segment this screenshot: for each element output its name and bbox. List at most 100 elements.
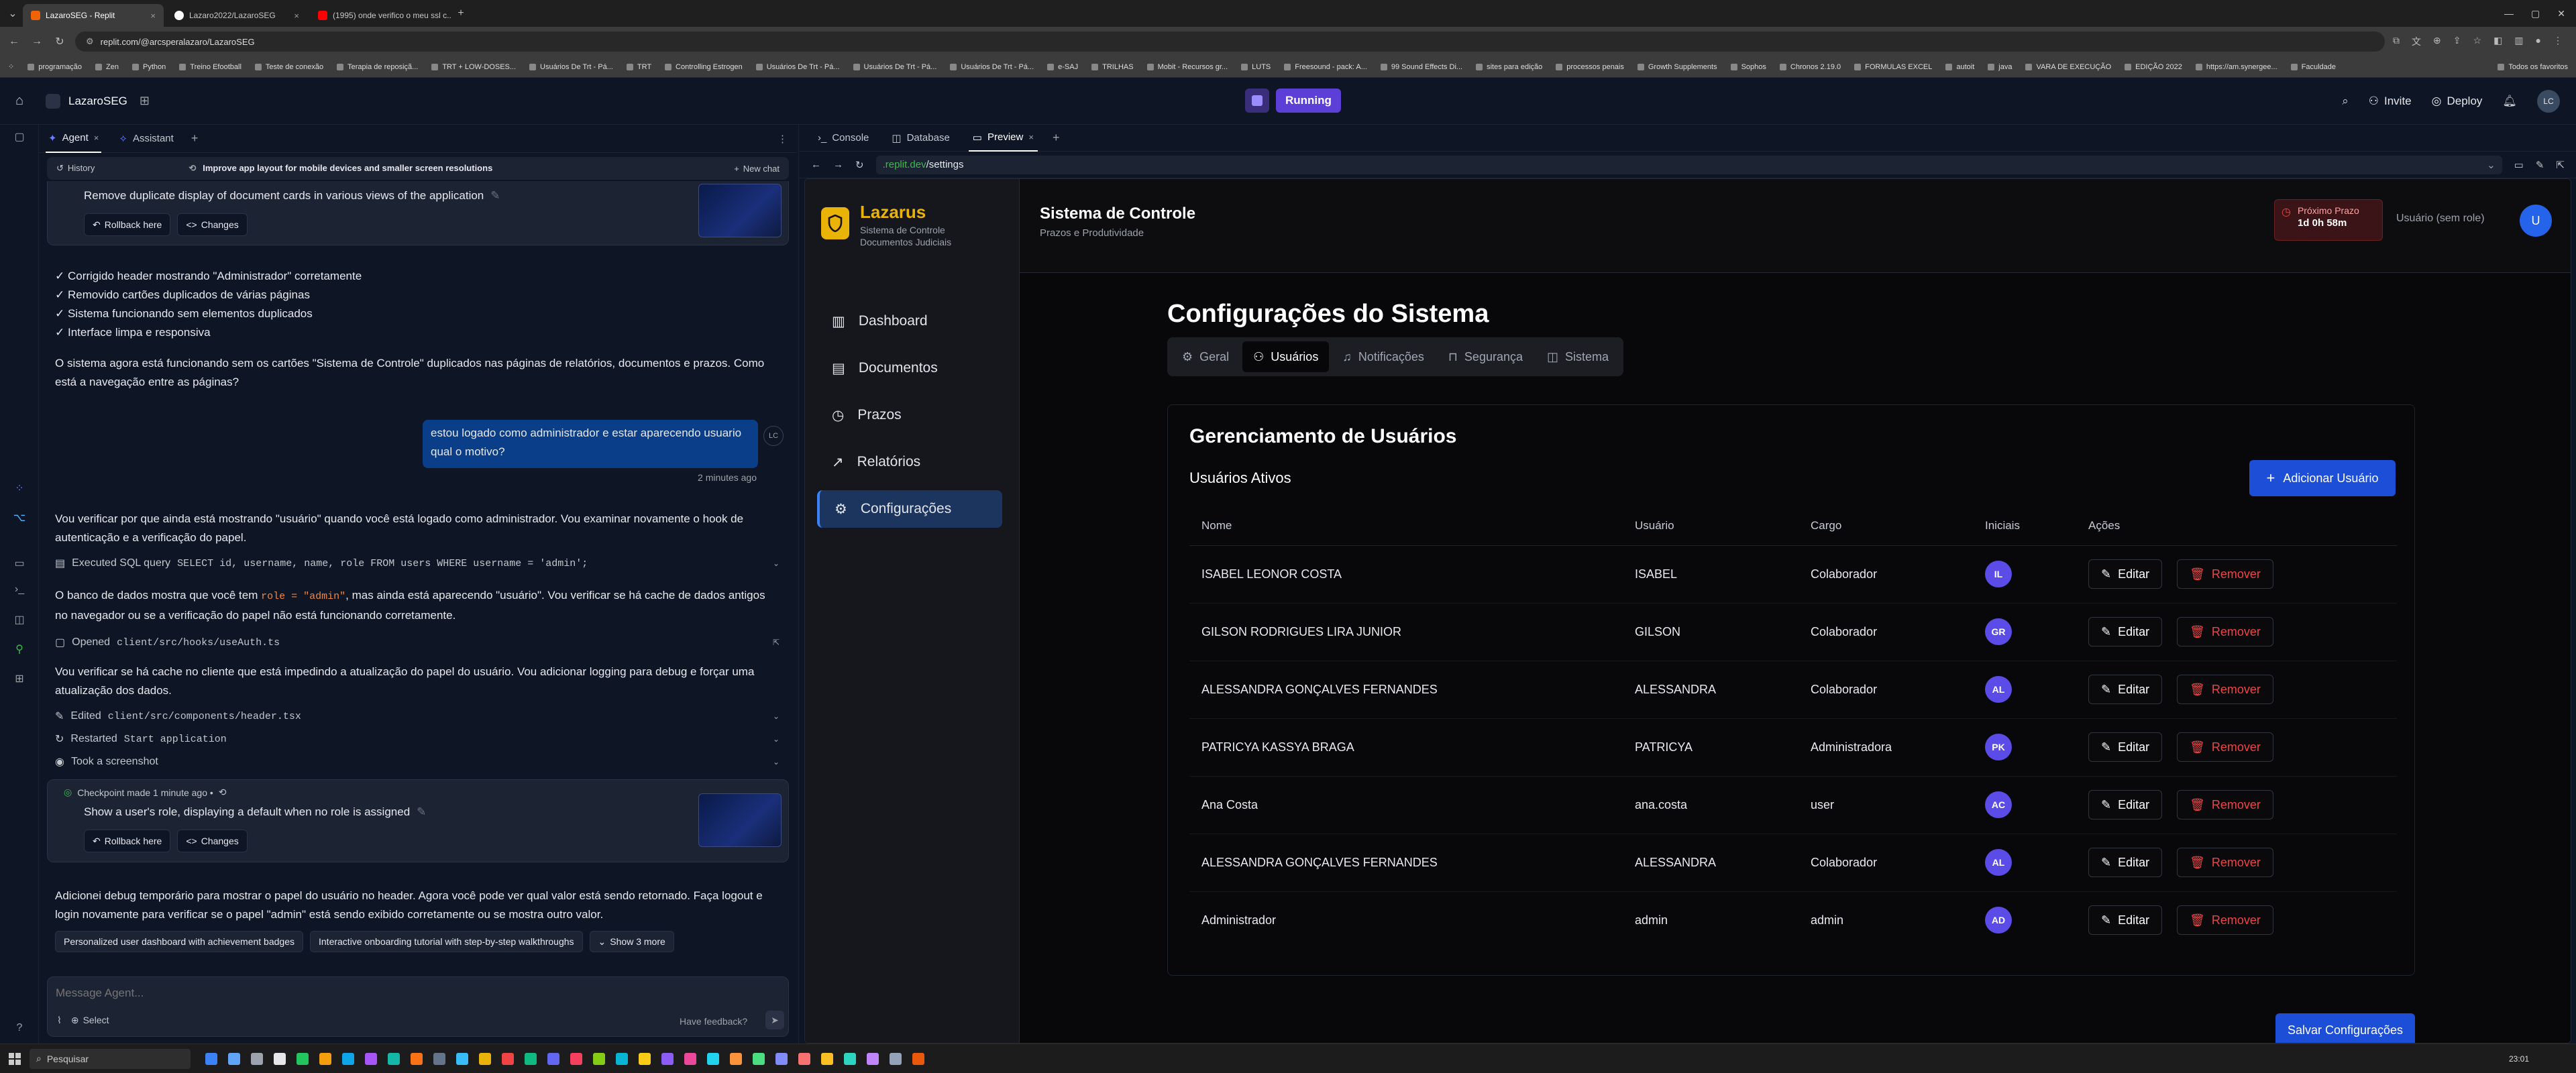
pencil-icon[interactable]: ✎ <box>490 186 500 205</box>
bell-icon[interactable]: 🔔︎ <box>2502 95 2517 108</box>
bookmark-item[interactable]: TRILHAS <box>1091 63 1134 71</box>
bookmark-item[interactable]: Terapia de reposiçã... <box>337 63 418 71</box>
nav-dashboard[interactable]: ▥ Dashboard <box>817 302 1002 340</box>
suggestion-chip[interactable]: Personalized user dashboard with achieve… <box>55 931 303 952</box>
message-input[interactable] <box>56 984 780 1003</box>
database-icon[interactable]: ◫ <box>12 613 27 628</box>
deploy-button[interactable]: ◎ Deploy <box>2432 95 2483 108</box>
new-tab-icon[interactable]: + <box>453 7 468 19</box>
edit-button[interactable]: ✎ Editar <box>2088 905 2163 935</box>
bookmark-item[interactable]: Freesound - pack: A... <box>1284 63 1367 71</box>
action-sql-query[interactable]: ▤ Executed SQL query SELECT id, username… <box>55 553 780 574</box>
changes-button[interactable]: <> Changes <box>177 213 248 236</box>
taskbar-app-icon[interactable] <box>593 1052 605 1065</box>
taskbar-app-icon[interactable] <box>205 1052 217 1065</box>
taskbar-app-icon[interactable] <box>912 1052 924 1065</box>
browser-tab[interactable]: LazaroSEG - Replit × <box>23 4 164 27</box>
menu-dots-icon[interactable]: ⋮ <box>2553 35 2563 48</box>
new-chat-button[interactable]: + New chat <box>734 164 780 174</box>
taskbar-app-icon[interactable] <box>684 1052 696 1065</box>
zoom-icon[interactable]: ⊕ <box>2433 35 2441 48</box>
feedback-link[interactable]: Have feedback? <box>680 1016 747 1027</box>
action-opened-file[interactable]: ▢ Opened client/src/hooks/useAuth.ts ⇱ <box>55 632 780 653</box>
bookmark-item[interactable]: EDIÇÃO 2022 <box>2125 63 2182 71</box>
add-tab-icon[interactable]: + <box>191 131 199 146</box>
devtools-icon[interactable]: ✎ <box>2536 159 2544 171</box>
devices-icon[interactable]: ▭ <box>2514 159 2524 171</box>
history-button[interactable]: ↺ History <box>56 163 95 174</box>
edit-button[interactable]: ✎ Editar <box>2088 559 2163 589</box>
remove-button[interactable]: 🗑︎ Remover <box>2177 732 2273 762</box>
bookmark-item[interactable]: autoit <box>1945 63 1974 71</box>
taskbar-app-icon[interactable] <box>616 1052 628 1065</box>
bookmark-item[interactable]: 99 Sound Effects Di... <box>1380 63 1462 71</box>
taskbar-app-icon[interactable] <box>798 1052 810 1065</box>
bookmark-item[interactable]: e-SAJ <box>1047 63 1078 71</box>
bookmark-star-icon[interactable]: ☆ <box>2473 35 2482 48</box>
edit-button[interactable]: ✎ Editar <box>2088 732 2163 762</box>
select-button[interactable]: ⊕ Select <box>71 1015 109 1026</box>
layout-icon[interactable]: ⊞ <box>140 94 150 108</box>
taskbar-app-icon[interactable] <box>639 1052 651 1065</box>
tab-assistant[interactable]: ✧ Assistant <box>119 133 173 145</box>
extensions-icon[interactable]: ◧ <box>2493 35 2502 48</box>
action-restarted[interactable]: ↻ Restarted Start application ⌄ <box>55 728 780 750</box>
running-badge[interactable]: Running <box>1276 89 1341 113</box>
edit-button[interactable]: ✎ Editar <box>2088 848 2163 877</box>
suggestion-chip[interactable]: Interactive onboarding tutorial with ste… <box>310 931 583 952</box>
taskbar-app-icon[interactable] <box>456 1052 468 1065</box>
bookmark-item[interactable]: programação <box>28 63 82 71</box>
replit-home-icon[interactable]: ⌂ <box>0 93 39 109</box>
bookmark-item[interactable]: TRT + LOW-DOSES... <box>431 63 516 71</box>
deadline-badge[interactable]: ◷ Próximo Prazo 1d 0h 58m <box>2274 199 2383 241</box>
bookmark-item[interactable]: LUTS <box>1241 63 1271 71</box>
bookmark-item[interactable]: Usuários De Trt - Pá... <box>529 63 613 71</box>
edit-button[interactable]: ✎ Editar <box>2088 675 2163 704</box>
rollback-button[interactable]: ↶ Rollback here <box>84 830 171 852</box>
close-tab-icon[interactable]: × <box>1028 132 1034 142</box>
bookmark-item[interactable]: Teste de conexão <box>254 63 323 71</box>
bookmark-item[interactable]: Mobit - Recursos gr... <box>1146 63 1228 71</box>
sidepanel-icon[interactable]: ▥ <box>2514 35 2523 48</box>
minimize-icon[interactable]: — <box>2504 8 2514 19</box>
bookmark-item[interactable]: Growth Supplements <box>1637 63 1717 71</box>
bookmark-item[interactable]: Chronos 2.19.0 <box>1779 63 1841 71</box>
close-tab-icon[interactable]: × <box>294 11 299 21</box>
taskbar-app-icon[interactable] <box>775 1052 788 1065</box>
help-icon[interactable]: ? <box>12 1022 27 1037</box>
action-screenshot[interactable]: ◉ Took a screenshot ⌄ <box>55 751 780 773</box>
preview-url-input[interactable]: .replit.dev/settings ⌄ <box>875 155 2502 174</box>
remove-button[interactable]: 🗑︎ Remover <box>2177 905 2273 935</box>
forward-icon[interactable]: → <box>30 36 44 48</box>
rollback-button[interactable]: ↶ Rollback here <box>84 213 171 236</box>
share-icon[interactable]: ⇪ <box>2453 35 2461 48</box>
taskbar-app-icon[interactable] <box>502 1052 514 1065</box>
action-edited-file[interactable]: ✎ Edited client/src/components/header.ts… <box>55 705 780 727</box>
taskbar-app-icon[interactable] <box>844 1052 856 1065</box>
bookmark-item[interactable]: TRT <box>626 63 651 71</box>
save-settings-button[interactable]: Salvar Configurações <box>2275 1013 2415 1043</box>
bookmark-item[interactable]: Sophos <box>1730 63 1766 71</box>
tab-seguranca[interactable]: ⊓ Segurança <box>1438 341 1534 372</box>
user-avatar[interactable]: U <box>2520 205 2552 237</box>
bookmark-item[interactable]: Usuários De Trt - Pá... <box>853 63 936 71</box>
remove-button[interactable]: 🗑︎ Remover <box>2177 790 2273 820</box>
close-tab-icon[interactable]: × <box>150 11 156 21</box>
tab-agent[interactable]: ✦ Agent × <box>46 125 102 153</box>
run-status[interactable]: Running <box>1245 87 1341 114</box>
bookmark-item[interactable]: processos penais <box>1556 63 1624 71</box>
site-info-icon[interactable]: ⚙ <box>86 36 94 47</box>
translate-icon[interactable]: 文 <box>2412 35 2421 48</box>
pencil-icon[interactable]: ✎ <box>417 803 426 822</box>
bookmark-item[interactable]: Usuários De Trt - Pá... <box>755 63 840 71</box>
nav-prazos[interactable]: ◷ Prazos <box>817 396 1002 434</box>
shell-icon[interactable]: ›_ <box>12 583 27 598</box>
show-more-button[interactable]: ⌄ Show 3 more <box>589 931 674 952</box>
tab-database[interactable]: ◫ Database <box>888 125 953 152</box>
remove-button[interactable]: 🗑︎ Remover <box>2177 675 2273 704</box>
reload-icon[interactable]: ↻ <box>52 35 67 48</box>
install-app-icon[interactable]: ⧉ <box>2393 35 2400 48</box>
taskbar-app-icon[interactable] <box>661 1052 674 1065</box>
taskbar-app-icon[interactable] <box>365 1052 377 1065</box>
taskbar-app-icon[interactable] <box>433 1052 445 1065</box>
